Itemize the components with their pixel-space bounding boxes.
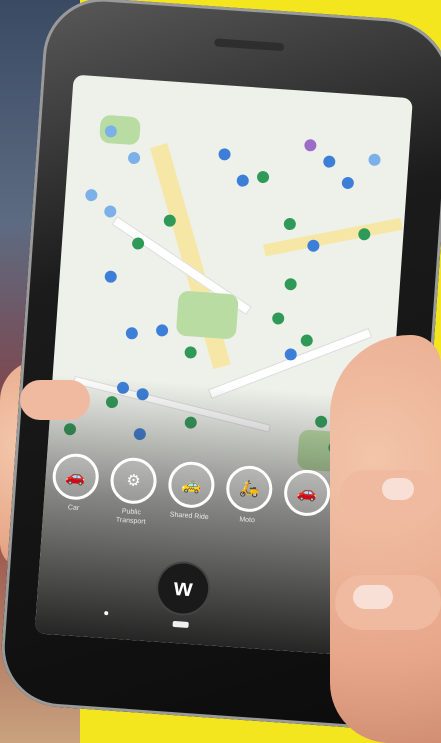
map-marker[interactable]: [256, 170, 270, 184]
map-marker[interactable]: [322, 155, 336, 169]
right-finger: [335, 575, 441, 630]
category-car[interactable]: 🚗 Car: [50, 452, 101, 535]
category-more[interactable]: 🚗: [281, 468, 332, 551]
map-marker[interactable]: [84, 188, 98, 202]
map-marker[interactable]: [127, 151, 141, 165]
map-marker[interactable]: [283, 217, 297, 231]
fingernail: [353, 585, 393, 609]
moped-icon[interactable]: 🛵: [224, 464, 274, 514]
map-park: [175, 290, 239, 340]
right-finger: [340, 470, 440, 520]
more-icon[interactable]: 🚗: [282, 468, 332, 518]
map-marker[interactable]: [284, 277, 298, 291]
map-marker[interactable]: [103, 205, 117, 218]
map-marker[interactable]: [303, 138, 317, 152]
map-marker[interactable]: [236, 174, 250, 188]
car-icon[interactable]: 🚗: [51, 452, 101, 502]
map-marker[interactable]: [125, 326, 139, 340]
map-marker[interactable]: [104, 270, 118, 284]
map-marker[interactable]: [341, 176, 355, 190]
right-hand: [330, 335, 441, 743]
map-marker[interactable]: [271, 312, 285, 325]
category-label: Car: [67, 504, 80, 513]
category-shared-ride[interactable]: 🚕 Shared Ride: [165, 460, 216, 543]
category-label: Public Transport: [115, 508, 146, 526]
left-thumb: [20, 380, 90, 420]
map-marker[interactable]: [368, 153, 381, 167]
fingernail: [382, 478, 414, 500]
category-label: Shared Ride: [169, 511, 209, 522]
map-marker[interactable]: [184, 346, 198, 359]
map-marker[interactable]: [306, 239, 320, 253]
category-public-transport[interactable]: ⚙ Public Transport: [108, 456, 159, 539]
status-right: [402, 101, 403, 113]
map-marker[interactable]: [300, 334, 314, 347]
category-moto[interactable]: 🛵 Moto: [223, 464, 274, 547]
home-indicator: [172, 620, 189, 628]
map-marker[interactable]: [131, 237, 145, 250]
status-left: [83, 78, 84, 90]
map-marker[interactable]: [155, 323, 169, 337]
phone-speaker: [214, 38, 285, 52]
map-marker[interactable]: [357, 227, 371, 241]
category-label: Moto: [239, 516, 256, 525]
bike-icon[interactable]: ⚙: [109, 456, 159, 506]
map-marker[interactable]: [218, 147, 231, 161]
scooter-icon[interactable]: 🚕: [166, 460, 216, 510]
